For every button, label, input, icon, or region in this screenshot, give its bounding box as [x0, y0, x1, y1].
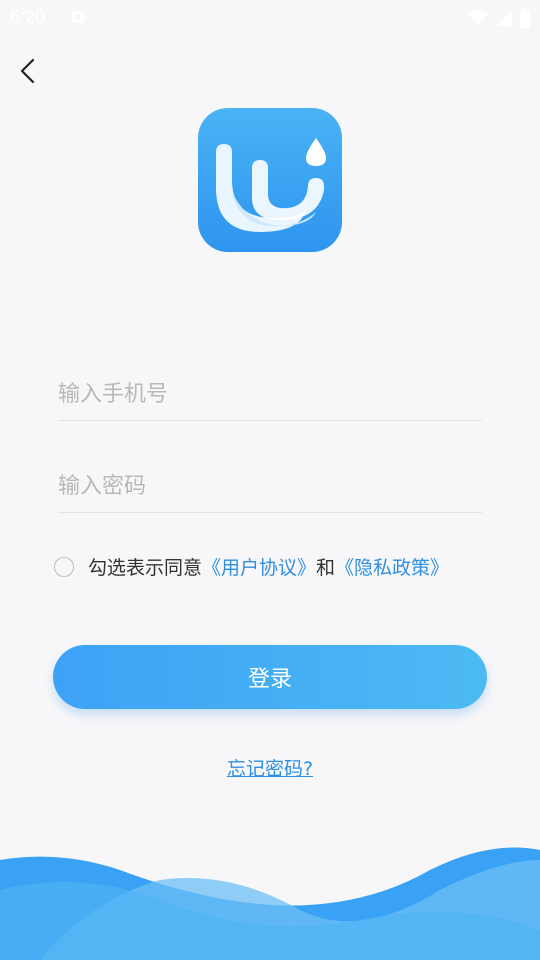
- phone-field: [58, 368, 482, 421]
- forgot-password-link[interactable]: 忘记密码?: [227, 758, 313, 780]
- app-logo: [198, 108, 342, 252]
- signal-icon: [496, 10, 512, 26]
- privacy-policy-link[interactable]: 《隐私政策》: [335, 553, 449, 580]
- status-time: 6:20: [10, 7, 46, 27]
- status-bar: 6:20: [0, 0, 540, 36]
- back-arrow-icon[interactable]: [14, 56, 44, 86]
- forgot-password-row: 忘记密码?: [0, 754, 540, 781]
- agree-prefix-text: 勾选表示同意: [88, 557, 203, 579]
- conjunction-text: 和: [316, 557, 336, 579]
- battery-icon: [520, 8, 530, 28]
- agree-radio[interactable]: [54, 556, 74, 577]
- password-input[interactable]: [58, 460, 482, 512]
- status-icons: [468, 8, 530, 28]
- wave-decoration: [0, 847, 540, 960]
- app-logo-icon: [216, 138, 326, 232]
- password-field: [58, 460, 482, 513]
- user-agreement-link[interactable]: 《用户协议》: [202, 553, 316, 580]
- wifi-icon: [468, 10, 488, 26]
- phone-input[interactable]: [58, 368, 482, 420]
- notification-icon: [72, 11, 84, 23]
- agreement-row: 勾选表示同意 《用户协议》 和 《隐私政策》: [54, 553, 449, 580]
- login-button[interactable]: 登录: [53, 645, 487, 709]
